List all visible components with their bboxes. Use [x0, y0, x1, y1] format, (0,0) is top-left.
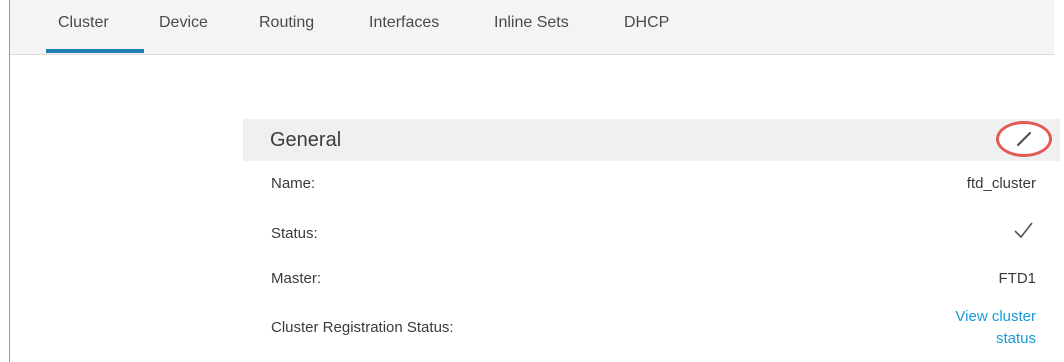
tab-routing[interactable]: Routing — [259, 14, 314, 32]
name-value: ftd_cluster — [966, 175, 1036, 192]
master-label: Master: — [271, 270, 322, 287]
active-tab-indicator — [46, 49, 144, 53]
tab-cluster[interactable]: Cluster — [58, 14, 109, 32]
general-section-header: General — [243, 119, 1060, 161]
tab-inline-sets[interactable]: Inline Sets — [494, 14, 569, 32]
device-management-panel: Cluster Device Routing Interfaces Inline… — [0, 0, 1064, 362]
pencil-icon — [1017, 132, 1031, 146]
checkmark-icon — [1014, 222, 1033, 239]
edit-button[interactable] — [996, 121, 1052, 157]
tab-bar: Cluster Device Routing Interfaces Inline… — [10, 0, 1054, 55]
view-cluster-status-link[interactable]: View cluster status — [936, 306, 1036, 350]
tab-dhcp[interactable]: DHCP — [624, 14, 669, 32]
status-label: Status: — [271, 225, 318, 242]
registration-status-label: Cluster Registration Status: — [271, 319, 454, 336]
tab-device[interactable]: Device — [159, 14, 208, 32]
master-value: FTD1 — [998, 270, 1037, 287]
tab-interfaces[interactable]: Interfaces — [369, 14, 439, 32]
section-title: General — [270, 129, 342, 151]
name-label: Name: — [271, 175, 316, 192]
